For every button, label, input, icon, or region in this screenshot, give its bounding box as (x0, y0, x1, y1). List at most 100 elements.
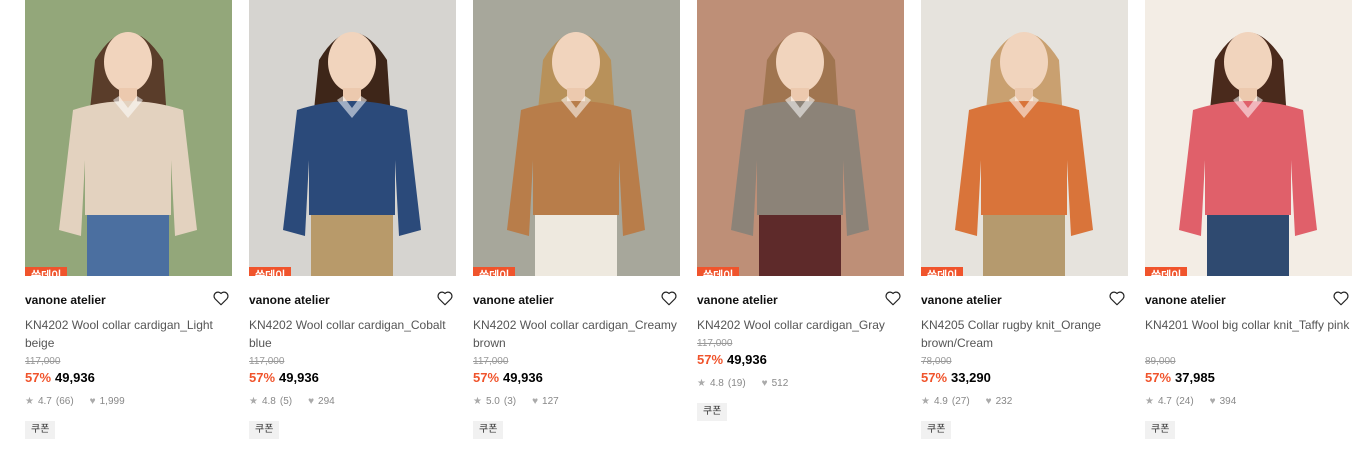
like-heart-icon: ♥ (1209, 396, 1216, 407)
price-row: 57% 33,290 (921, 369, 1128, 387)
like-heart-icon: ♥ (89, 396, 96, 407)
product-image[interactable]: 쓱데이 (921, 0, 1128, 276)
sale-price: 49,936 (727, 352, 767, 367)
discount-rate: 57% (697, 352, 724, 367)
product-name[interactable]: KN4202 Wool collar cardigan_Cobalt blue (249, 316, 456, 352)
price-row: 57% 49,936 (25, 369, 232, 387)
product-name[interactable]: KN4202 Wool collar cardigan_Light beige (25, 316, 232, 352)
sale-badge: 쓱데이 (249, 267, 292, 276)
review-count: (66) (55, 396, 74, 407)
sale-badge: 쓱데이 (473, 267, 516, 276)
product-card[interactable]: 쓱데이 vanone atelier KN4202 Wool collar ca… (697, 0, 904, 421)
product-photo (1145, 0, 1352, 276)
star-icon: ★ (25, 396, 34, 407)
price-row: 57% 49,936 (249, 369, 456, 387)
product-image[interactable]: 쓱데이 (249, 0, 456, 276)
product-card[interactable]: 쓱데이 vanone atelier KN4205 Collar rugby k… (921, 0, 1128, 439)
review-count: (3) (503, 396, 517, 407)
product-card[interactable]: 쓱데이 vanone atelier KN4201 Wool big colla… (1145, 0, 1352, 439)
product-image[interactable]: 쓱데이 (25, 0, 232, 276)
original-price: 117,000 (249, 356, 285, 367)
original-price: 117,000 (697, 338, 733, 349)
rating-value: 4.7 (37, 396, 52, 407)
like-count: 294 (318, 396, 335, 407)
original-price: 117,000 (25, 356, 61, 367)
heart-icon[interactable] (212, 289, 230, 307)
heart-icon[interactable] (436, 289, 454, 307)
product-image[interactable]: 쓱데이 (473, 0, 680, 276)
heart-icon[interactable] (660, 289, 678, 307)
review-stats: ★ 4.7 (66) ♥ 1,999 (25, 395, 232, 409)
discount-rate: 57% (25, 370, 52, 385)
original-price: 117,000 (473, 356, 509, 367)
coupon-tag[interactable]: 쿠폰 (473, 421, 504, 439)
review-count: (27) (951, 396, 970, 407)
rating-value: 4.9 (933, 396, 948, 407)
sale-price: 49,936 (279, 370, 319, 385)
like-count: 127 (542, 396, 559, 407)
coupon-tag[interactable]: 쿠폰 (249, 421, 280, 439)
heart-icon[interactable] (884, 289, 902, 307)
brand-name[interactable]: vanone atelier (473, 293, 554, 307)
sale-price: 37,985 (1175, 370, 1215, 385)
like-heart-icon: ♥ (308, 396, 315, 407)
discount-rate: 57% (921, 370, 948, 385)
rating-value: 5.0 (485, 396, 500, 407)
product-name[interactable]: KN4202 Wool collar cardigan_Gray (697, 316, 904, 334)
product-photo (921, 0, 1128, 276)
star-icon: ★ (249, 396, 258, 407)
product-photo (249, 0, 456, 276)
price-row: 57% 49,936 (473, 369, 680, 387)
sale-price: 33,290 (951, 370, 991, 385)
review-stats: ★ 5.0 (3) ♥ 127 (473, 395, 680, 409)
product-photo (697, 0, 904, 276)
product-photo (473, 0, 680, 276)
brand-name[interactable]: vanone atelier (25, 293, 106, 307)
discount-rate: 57% (473, 370, 500, 385)
like-count: 1,999 (99, 396, 125, 407)
review-stats: ★ 4.9 (27) ♥ 232 (921, 395, 1128, 409)
review-stats: ★ 4.7 (24) ♥ 394 (1145, 395, 1352, 409)
coupon-tag[interactable]: 쿠폰 (921, 421, 952, 439)
like-heart-icon: ♥ (761, 378, 768, 389)
product-card[interactable]: 쓱데이 vanone atelier KN4202 Wool collar ca… (473, 0, 680, 439)
product-card[interactable]: 쓱데이 vanone atelier KN4202 Wool collar ca… (249, 0, 456, 439)
product-name[interactable]: KN4202 Wool collar cardigan_Creamy brown (473, 316, 680, 352)
product-name[interactable]: KN4205 Collar rugby knit_Orange brown/Cr… (921, 316, 1128, 352)
coupon-tag[interactable]: 쿠폰 (25, 421, 56, 439)
star-icon: ★ (473, 396, 482, 407)
brand-name[interactable]: vanone atelier (697, 293, 778, 307)
like-count: 512 (771, 378, 789, 389)
heart-icon[interactable] (1108, 289, 1126, 307)
product-name[interactable]: KN4201 Wool big collar knit_Taffy pink (1145, 316, 1352, 352)
like-count: 232 (995, 396, 1013, 407)
brand-name[interactable]: vanone atelier (1145, 293, 1226, 307)
coupon-tag[interactable]: 쿠폰 (1145, 421, 1176, 439)
coupon-tag[interactable]: 쿠폰 (697, 403, 728, 421)
sale-price: 49,936 (55, 370, 95, 385)
star-icon: ★ (1145, 396, 1154, 407)
original-price: 78,000 (921, 356, 952, 367)
rating-value: 4.8 (709, 378, 724, 389)
like-heart-icon: ♥ (532, 396, 539, 407)
product-photo (25, 0, 232, 276)
sale-badge: 쓱데이 (25, 267, 68, 276)
product-grid: 쓱데이 vanone atelier KN4202 Wool collar ca… (0, 0, 1359, 461)
brand-name[interactable]: vanone atelier (249, 293, 330, 307)
price-row: 57% 49,936 (697, 351, 904, 369)
product-image[interactable]: 쓱데이 (697, 0, 904, 276)
sale-badge: 쓱데이 (921, 267, 964, 276)
product-image[interactable]: 쓱데이 (1145, 0, 1352, 276)
like-heart-icon: ♥ (985, 396, 992, 407)
price-row: 57% 37,985 (1145, 369, 1352, 387)
brand-name[interactable]: vanone atelier (921, 293, 1002, 307)
original-price: 89,000 (1145, 356, 1176, 367)
product-card[interactable]: 쓱데이 vanone atelier KN4202 Wool collar ca… (25, 0, 232, 439)
discount-rate: 57% (1145, 370, 1172, 385)
review-stats: ★ 4.8 (19) ♥ 512 (697, 377, 904, 391)
sale-price: 49,936 (503, 370, 543, 385)
heart-icon[interactable] (1332, 289, 1350, 307)
review-count: (24) (1175, 396, 1194, 407)
star-icon: ★ (697, 378, 706, 389)
sale-badge: 쓱데이 (697, 267, 740, 276)
